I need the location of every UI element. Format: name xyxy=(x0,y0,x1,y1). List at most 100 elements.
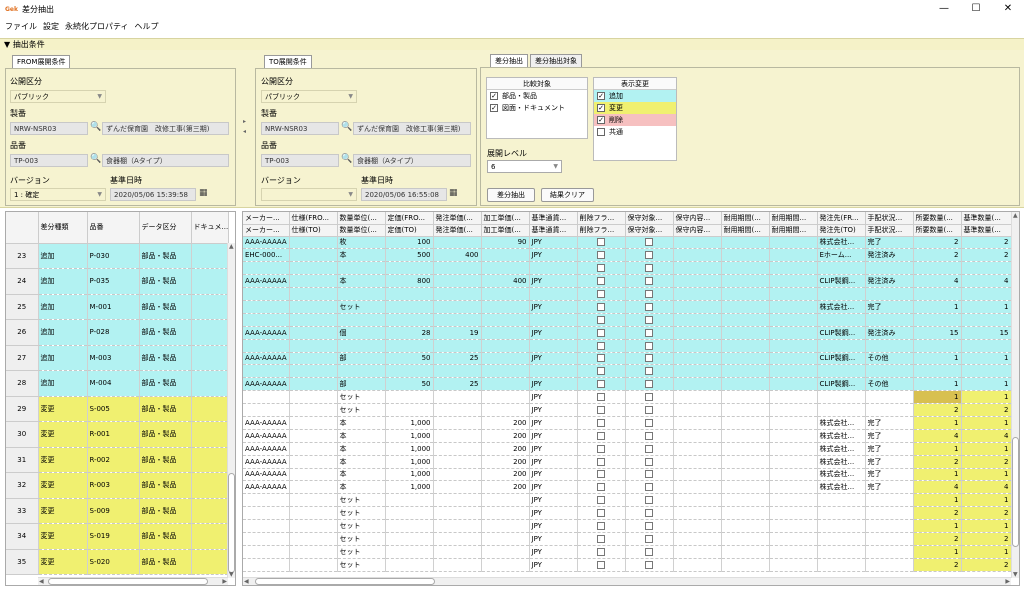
table-row[interactable]: 28 追加 M-004 部品・製品 xyxy=(6,370,229,397)
table-row[interactable]: AAA-AAAAA 本 1,000 200 JPY 株式会社... 完了 1 1 xyxy=(243,416,1012,430)
search-icon[interactable]: 🔍 xyxy=(341,154,352,164)
checkbox-icon[interactable] xyxy=(597,251,605,260)
table-row[interactable]: AAA-AAAAA 本 1,000 200 JPY 株式会社... 完了 1 1 xyxy=(243,442,1012,456)
maximize-button[interactable]: ☐ xyxy=(960,0,992,18)
checkbox-icon[interactable] xyxy=(645,547,653,556)
table-row[interactable]: 35 変更 S-020 部品・製品 xyxy=(6,549,229,575)
minimize-button[interactable]: — xyxy=(928,0,960,18)
table-row[interactable]: セット JPY 1 1 xyxy=(243,519,1012,533)
table-row[interactable]: EHC-000... 本 500 400 JPY Eホーム... 発注済み 2 2 xyxy=(243,248,1012,263)
menu-settings[interactable]: 設定 xyxy=(43,21,59,32)
display-common-checkbox[interactable]: 共通 xyxy=(594,126,676,138)
scroll-thumb[interactable] xyxy=(228,473,235,573)
scroll-up-icon[interactable]: ▲ xyxy=(1013,212,1018,219)
scroll-thumb[interactable] xyxy=(255,578,435,585)
table-row[interactable]: 24 追加 P-035 部品・製品 xyxy=(6,268,229,295)
table-row[interactable]: セット JPY 1 1 xyxy=(243,390,1012,405)
table-row[interactable]: 34 変更 S-019 部品・製品 xyxy=(6,523,229,550)
column-header[interactable]: 発注単価(... xyxy=(433,224,482,237)
checkbox-icon[interactable] xyxy=(645,367,653,376)
checkbox-icon[interactable] xyxy=(597,444,605,453)
left-horizontal-scrollbar[interactable]: ◀ ▶ xyxy=(38,577,228,585)
table-row[interactable] xyxy=(243,339,1012,353)
checkbox-icon[interactable] xyxy=(645,483,653,492)
column-header[interactable]: メーカー... xyxy=(243,224,290,237)
column-header[interactable]: 手配状況... xyxy=(865,212,914,225)
table-row[interactable]: AAA-AAAAA 部 50 25 JPY CLIP製鋼... その他 1 1 xyxy=(243,377,1012,392)
column-header[interactable]: 基準通貨... xyxy=(529,212,578,225)
checkbox-icon[interactable] xyxy=(597,354,605,363)
display-delete-checkbox[interactable]: ✓ 削除 xyxy=(594,114,676,126)
table-row[interactable]: セット JPY 2 2 xyxy=(243,403,1012,417)
checkbox-icon[interactable] xyxy=(645,277,653,286)
scroll-thumb[interactable] xyxy=(48,578,208,585)
search-icon[interactable]: 🔍 xyxy=(90,154,101,164)
checkbox-icon[interactable] xyxy=(645,418,653,427)
right-horizontal-scrollbar[interactable]: ◀ ▶ xyxy=(243,577,1011,585)
table-row[interactable]: AAA-AAAAA 本 1,000 200 JPY 株式会社... 完了 2 2 xyxy=(243,455,1012,469)
col-diff-type[interactable]: 差分種類 xyxy=(38,212,88,244)
checkbox-icon[interactable] xyxy=(645,238,653,247)
checkbox-icon[interactable] xyxy=(597,522,605,531)
checkbox-icon[interactable] xyxy=(597,509,605,518)
checkbox-icon[interactable] xyxy=(597,418,605,427)
col-document[interactable]: ドキュメ... xyxy=(191,212,229,244)
checkbox-icon[interactable] xyxy=(597,302,605,311)
checkbox-icon[interactable] xyxy=(597,547,605,556)
table-row[interactable]: AAA-AAAAA 本 1,000 200 JPY 株式会社... 完了 4 4 xyxy=(243,480,1012,495)
table-row[interactable]: AAA-AAAAA 部 50 25 JPY CLIP製鋼... その他 1 1 xyxy=(243,352,1012,366)
checkbox-icon[interactable] xyxy=(597,431,605,440)
column-header[interactable]: 仕様(FRO... xyxy=(289,212,338,225)
column-header[interactable]: 発注単価(... xyxy=(433,212,482,225)
column-header[interactable]: 耐用期間... xyxy=(769,224,818,237)
table-row[interactable]: AAA-AAAAA 本 800 400 JPY CLIP製鋼... 発注済み 4 4 xyxy=(243,274,1012,289)
checkbox-icon[interactable] xyxy=(597,290,605,298)
checkbox-icon[interactable] xyxy=(597,380,605,389)
column-header[interactable]: 定価(FRO... xyxy=(385,212,434,225)
table-row[interactable] xyxy=(243,287,1012,301)
column-header[interactable]: 数量単位(... xyxy=(337,224,386,237)
checkbox-icon[interactable] xyxy=(645,380,653,389)
checkbox-icon[interactable] xyxy=(597,367,605,376)
column-header[interactable]: 保守対象... xyxy=(625,224,674,237)
checkbox-icon[interactable] xyxy=(597,315,605,324)
checkbox-icon[interactable] xyxy=(645,470,653,479)
display-add-checkbox[interactable]: ✓ 追加 xyxy=(594,90,676,102)
left-vertical-scrollbar[interactable]: ▲ ▼ xyxy=(227,243,235,578)
table-row[interactable]: 27 追加 M-003 部品・製品 xyxy=(6,345,229,371)
menu-help[interactable]: ヘルプ xyxy=(135,21,159,32)
table-row[interactable]: 23 追加 P-030 部品・製品 xyxy=(6,243,229,269)
to-seiban-field[interactable]: NRW-NSR03 xyxy=(261,122,339,135)
scroll-thumb[interactable] xyxy=(1012,437,1019,547)
scroll-up-icon[interactable]: ▲ xyxy=(229,243,234,250)
from-seiban-field[interactable]: NRW-NSR03 xyxy=(10,122,88,135)
right-vertical-scrollbar[interactable]: ▲ ▼ xyxy=(1011,212,1019,578)
table-row[interactable]: 26 追加 P-028 部品・製品 xyxy=(6,319,229,346)
checkbox-icon[interactable] xyxy=(645,341,653,350)
to-hinban-field[interactable]: TP-003 xyxy=(261,154,339,167)
scroll-right-icon[interactable]: ▶ xyxy=(1005,578,1010,585)
arrow-left-icon[interactable]: ◂ xyxy=(243,128,246,135)
column-header[interactable]: 手配状況... xyxy=(865,224,914,237)
table-row[interactable] xyxy=(243,313,1012,327)
checkbox-icon[interactable] xyxy=(645,302,653,311)
from-version-select[interactable]: 1 : 確定 ▼ xyxy=(10,188,106,201)
scroll-left-icon[interactable]: ◀ xyxy=(39,578,44,585)
column-header[interactable]: 所要数量(... xyxy=(913,224,962,237)
col-data-kind[interactable]: データ区分 xyxy=(139,212,192,244)
extract-button[interactable]: 差分抽出 xyxy=(487,188,535,202)
from-pub-select[interactable]: パブリック ▼ xyxy=(10,90,106,103)
checkbox-icon[interactable] xyxy=(645,251,653,260)
from-hinban-field[interactable]: TP-003 xyxy=(10,154,88,167)
scroll-left-icon[interactable]: ◀ xyxy=(244,578,249,585)
checkbox-icon[interactable] xyxy=(597,264,605,273)
column-header[interactable]: 基準数量(... xyxy=(961,224,1012,237)
table-row[interactable]: 29 変更 S-005 部品・製品 xyxy=(6,396,229,422)
tab-from[interactable]: FROM展開条件 xyxy=(12,55,71,69)
checkbox-icon[interactable] xyxy=(597,534,605,543)
table-row[interactable]: セット JPY 2 2 xyxy=(243,558,1012,572)
arrow-right-icon[interactable]: ▸ xyxy=(243,118,246,125)
to-date-field[interactable]: 2020/05/06 16:55:08 xyxy=(361,188,447,201)
checkbox-icon[interactable] xyxy=(597,393,605,402)
table-row[interactable]: 31 変更 R-002 部品・製品 xyxy=(6,447,229,473)
